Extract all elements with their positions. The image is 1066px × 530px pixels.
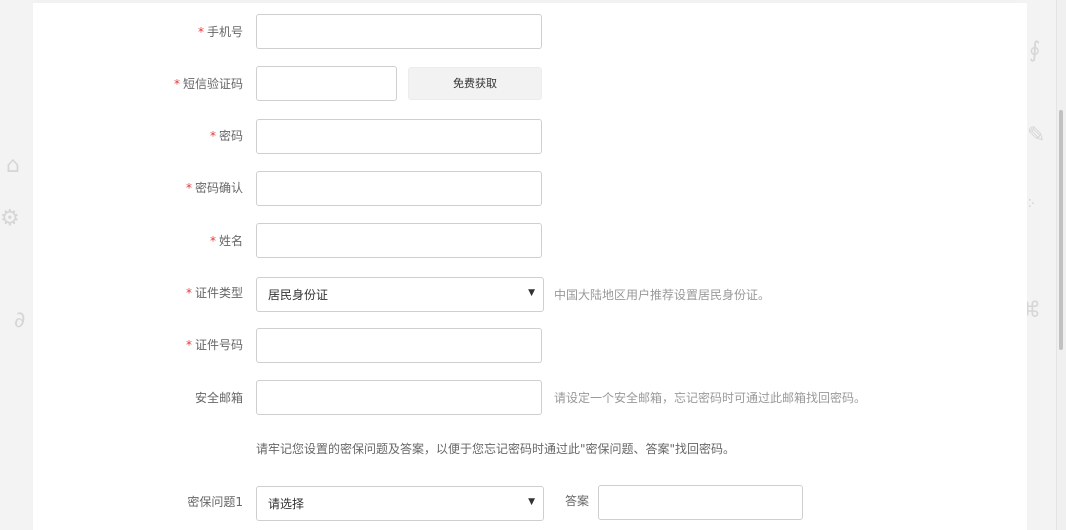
id-type-label: * 证件类型 bbox=[185, 286, 243, 300]
name-input[interactable] bbox=[256, 223, 542, 258]
sms-code-input[interactable] bbox=[256, 66, 397, 101]
id-type-select[interactable]: 居民身份证 ▼ bbox=[256, 277, 544, 312]
chevron-down-icon: ▼ bbox=[528, 288, 535, 298]
required-mark: * bbox=[185, 338, 192, 352]
question1-label: 密保问题1 bbox=[187, 495, 243, 509]
password-input[interactable] bbox=[256, 119, 542, 154]
phone-input[interactable] bbox=[256, 14, 542, 49]
required-mark: * bbox=[185, 286, 192, 300]
email-hint: 请设定一个安全邮箱，忘记密码时可通过此邮箱找回密码。 bbox=[554, 391, 867, 405]
email-input[interactable] bbox=[256, 380, 542, 415]
required-mark: * bbox=[197, 25, 204, 39]
email-label: 安全邮箱 bbox=[194, 391, 243, 405]
sms-code-label: * 短信验证码 bbox=[173, 77, 243, 91]
answer1-input[interactable] bbox=[598, 485, 803, 520]
scrollbar-thumb[interactable] bbox=[1059, 110, 1063, 350]
id-type-hint: 中国大陆地区用户推荐设置居民身份证。 bbox=[554, 288, 771, 302]
question1-selected-value: 请选择 bbox=[268, 497, 305, 511]
registration-form: * 手机号 * 短信验证码 免费获取 * 密码 * 密码确认 * 姓名 * 证件类型 居民身… bbox=[33, 3, 1027, 530]
get-sms-code-button[interactable]: 免费获取 bbox=[408, 67, 542, 100]
phone-label: * 手机号 bbox=[197, 25, 243, 39]
required-mark: * bbox=[209, 129, 216, 143]
pencil-icon: ∮ bbox=[1029, 38, 1041, 63]
password-label: * 密码 bbox=[209, 129, 243, 143]
id-number-input[interactable] bbox=[256, 328, 542, 363]
left-decoration-panel: ⌂ ⚙ ∂ bbox=[0, 0, 33, 530]
required-mark: * bbox=[209, 234, 216, 248]
answer1-label: 答案 bbox=[565, 494, 590, 508]
camera-icon: ⚙ bbox=[0, 206, 20, 231]
required-mark: * bbox=[173, 77, 180, 91]
clip-icon: ∂ bbox=[14, 308, 26, 333]
tag-icon: ⌂ bbox=[6, 153, 20, 178]
id-type-selected-value: 居民身份证 bbox=[268, 288, 329, 302]
required-mark: * bbox=[185, 181, 192, 195]
password-confirm-input[interactable] bbox=[256, 171, 542, 206]
question1-select[interactable]: 请选择 ▼ bbox=[256, 486, 544, 521]
page-scrollbar[interactable] bbox=[1056, 0, 1066, 530]
tag-icon: ✎ bbox=[1027, 123, 1046, 148]
chevron-down-icon: ▼ bbox=[528, 497, 535, 507]
name-label: * 姓名 bbox=[209, 234, 243, 248]
security-question-notice: 请牢记您设置的密保问题及答案，以便于您忘记密码时通过此"密保问题、答案"找回密码… bbox=[256, 442, 736, 456]
password-confirm-label: * 密码确认 bbox=[185, 181, 243, 195]
id-number-label: * 证件号码 bbox=[185, 338, 243, 352]
